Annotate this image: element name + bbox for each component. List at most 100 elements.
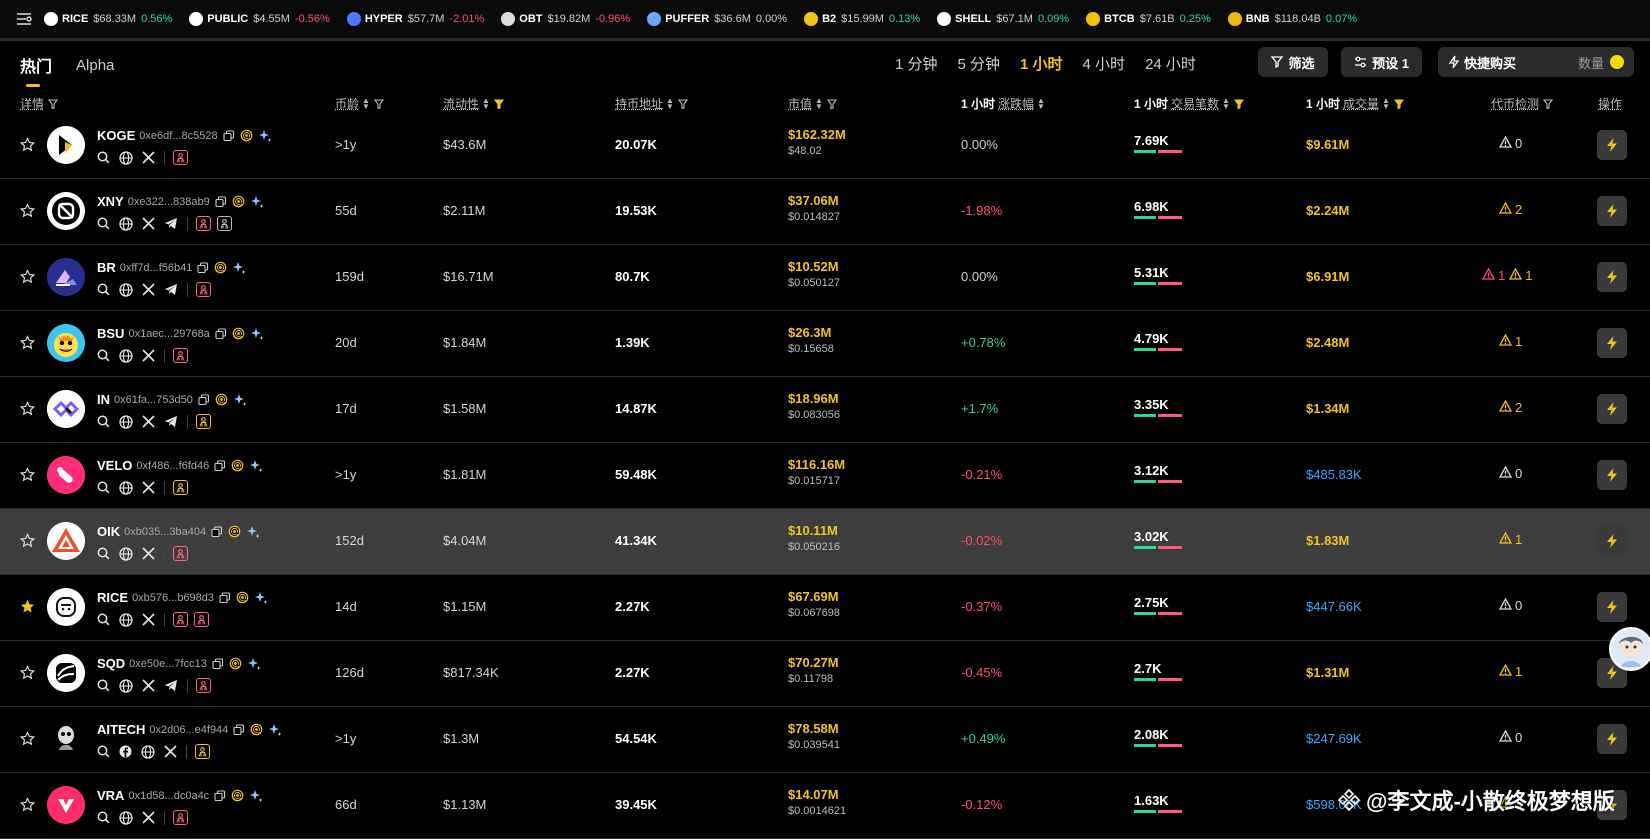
quick-buy-button[interactable] — [1597, 526, 1627, 556]
ticker-item[interactable]: OBT $19.82M -0.96% — [501, 12, 630, 26]
x-twitter-icon[interactable] — [142, 481, 155, 494]
risk-warning[interactable]: 0 — [1498, 465, 1522, 481]
search-icon[interactable] — [97, 415, 110, 428]
token-symbol[interactable]: IN — [97, 392, 110, 407]
favorite-star-icon[interactable] — [19, 797, 36, 815]
filter-icon[interactable] — [677, 98, 688, 109]
dev-tag-icon[interactable] — [217, 216, 232, 231]
ticker-item[interactable]: RICE $68.33M 0.56% — [44, 12, 172, 26]
favorite-star-icon[interactable] — [20, 599, 35, 617]
menu-icon[interactable] — [12, 7, 36, 31]
globe-icon[interactable] — [119, 678, 133, 693]
holder-tag-icon[interactable] — [196, 282, 211, 297]
ai-sparkle-icon[interactable] — [249, 789, 263, 803]
mention-icon[interactable] — [232, 195, 245, 208]
search-icon[interactable] — [97, 811, 110, 824]
quick-buy-panel[interactable]: 快捷购买 数量 — [1438, 47, 1634, 77]
search-icon[interactable] — [97, 679, 110, 692]
search-icon[interactable] — [97, 283, 110, 296]
filter-icon[interactable] — [826, 98, 837, 109]
table-row[interactable]: BR 0xff7d...f56b41 159d $16.71M 80.7K $10.52M… — [0, 245, 1650, 311]
globe-icon[interactable] — [141, 744, 155, 759]
favorite-star-icon[interactable] — [19, 335, 36, 353]
favorite-star-icon[interactable] — [19, 269, 36, 287]
preset-button[interactable]: 预设 1 — [1341, 47, 1422, 77]
ticker-item[interactable]: B2 $15.99M 0.13% — [804, 12, 920, 26]
ai-sparkle-icon[interactable] — [268, 723, 282, 737]
holder-tag-icon[interactable] — [196, 216, 211, 231]
filter-icon[interactable] — [48, 98, 59, 109]
quick-buy-button[interactable] — [1597, 196, 1627, 226]
risk-warning[interactable]: 0 — [1498, 135, 1522, 151]
sort-icon[interactable]: ▲ ▼ — [1382, 96, 1390, 110]
col-risk[interactable]: 代币检测 — [1491, 95, 1554, 112]
table-row[interactable]: OIK 0xb035...3ba404 152d $4.04M 41.34K $10.11… — [0, 509, 1650, 575]
favorite-star-icon[interactable] — [19, 401, 36, 419]
favorite-star-icon[interactable] — [19, 665, 36, 683]
table-row[interactable]: VELO 0xf486...f6fd46 >1y $1.81M 59.48K $116.1… — [0, 443, 1650, 509]
timeframe-5m[interactable]: 5 分钟 — [958, 53, 1001, 74]
col-mcap[interactable]: 市值 ▲ ▼ — [788, 95, 837, 112]
quantity-input[interactable]: 数量 — [1578, 53, 1604, 72]
token-symbol[interactable]: BSU — [97, 326, 124, 341]
risk-warning[interactable]: 2 — [1498, 399, 1522, 415]
mention-icon[interactable] — [240, 129, 253, 142]
ticker-item[interactable]: BTCB $7.61B 0.25% — [1086, 12, 1211, 26]
col-holders[interactable]: 持币地址 ▲ ▼ — [615, 95, 688, 112]
ai-sparkle-icon[interactable] — [247, 657, 261, 671]
timeframe-1h[interactable]: 1 小时 — [1020, 53, 1063, 74]
copy-icon[interactable] — [212, 657, 224, 670]
holder-tag-icon[interactable] — [173, 480, 188, 495]
risk-warning[interactable]: 1 — [1498, 333, 1522, 349]
telegram-icon[interactable] — [164, 415, 178, 428]
ticker-item[interactable]: PUFFER $36.6M 0.00% — [647, 12, 787, 26]
token-symbol[interactable]: AITECH — [97, 722, 145, 737]
sort-icon[interactable]: ▲ ▼ — [482, 96, 490, 110]
mention-icon[interactable] — [228, 525, 241, 538]
col-liquidity[interactable]: 流动性 ▲ ▼ — [443, 95, 504, 112]
token-symbol[interactable]: XNY — [97, 194, 124, 209]
copy-icon[interactable] — [233, 723, 245, 736]
table-row[interactable]: IN 0x61fa...753d50 17d $1.58M 14.87K $18.96M $… — [0, 377, 1650, 443]
quick-buy-button[interactable] — [1597, 592, 1627, 622]
token-symbol[interactable]: SQD — [97, 656, 125, 671]
holder-tag-icon[interactable] — [195, 744, 210, 759]
x-twitter-icon[interactable] — [142, 613, 155, 626]
assistant-avatar[interactable] — [1609, 627, 1650, 671]
holder-tag-icon[interactable] — [173, 546, 188, 561]
table-row[interactable]: KOGE 0xe6df...8c5528 >1y $43.6M 20.07K $162.3… — [0, 113, 1650, 179]
sort-icon[interactable]: ▲ ▼ — [815, 96, 823, 110]
tab-alpha[interactable]: Alpha — [76, 57, 114, 74]
copy-icon[interactable] — [197, 261, 209, 274]
dev-tag-icon[interactable] — [194, 612, 209, 627]
mention-icon[interactable] — [236, 591, 249, 604]
timeframe-1m[interactable]: 1 分钟 — [895, 53, 938, 74]
x-twitter-icon[interactable] — [164, 745, 177, 758]
token-symbol[interactable]: RICE — [97, 590, 128, 605]
globe-icon[interactable] — [119, 414, 133, 429]
x-twitter-icon[interactable] — [142, 679, 155, 692]
table-row[interactable]: BSU 0x1aec...29768a 20d $1.84M 1.39K $26.3M $0… — [0, 311, 1650, 377]
favorite-star-icon[interactable] — [19, 137, 36, 155]
search-icon[interactable] — [97, 481, 110, 494]
ticker-item[interactable]: BNB $118.04B 0.07% — [1227, 12, 1357, 26]
globe-icon[interactable] — [119, 282, 133, 297]
ai-sparkle-icon[interactable] — [250, 327, 264, 341]
table-row[interactable]: RICE 0xb576...b698d3 14d $1.15M 2.27K $67.69M… — [0, 575, 1650, 641]
ai-sparkle-icon[interactable] — [258, 129, 272, 143]
risk-warning[interactable]: 1 — [1509, 267, 1532, 283]
ai-sparkle-icon[interactable] — [249, 459, 263, 473]
filter-icon[interactable] — [493, 98, 504, 109]
quick-buy-button[interactable] — [1597, 130, 1627, 160]
risk-warning[interactable]: 0 — [1498, 597, 1522, 613]
x-twitter-icon[interactable] — [142, 349, 155, 362]
token-symbol[interactable]: VELO — [97, 458, 132, 473]
globe-icon[interactable] — [119, 480, 133, 495]
sort-icon[interactable]: ▲ ▼ — [362, 96, 370, 110]
mention-icon[interactable] — [231, 459, 244, 472]
col-detail[interactable]: 详情 — [20, 95, 59, 112]
x-twitter-icon[interactable] — [142, 415, 155, 428]
quick-buy-button[interactable] — [1597, 262, 1627, 292]
search-icon[interactable] — [97, 349, 110, 362]
risk-warning[interactable]: 0 — [1498, 729, 1522, 745]
